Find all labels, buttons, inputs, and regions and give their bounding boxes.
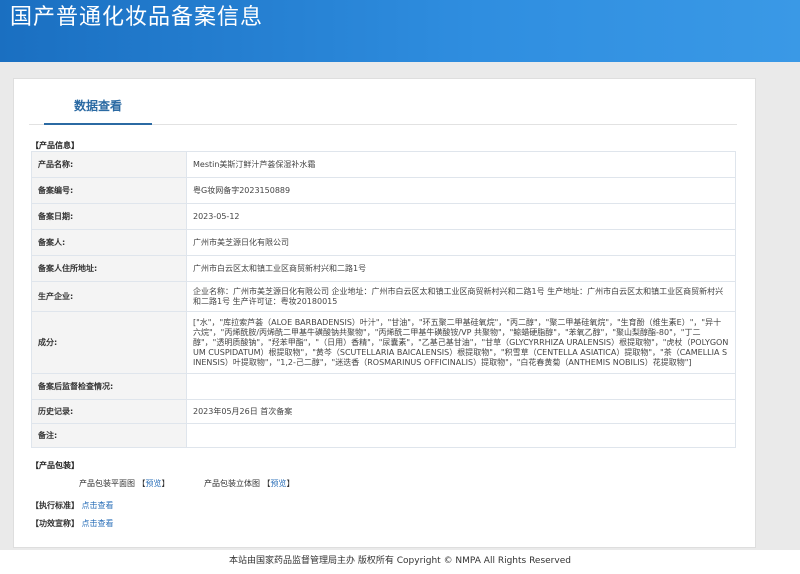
row-key: 生产企业: bbox=[31, 281, 187, 312]
page-header: 国产普通化妆品备案信息 bbox=[0, 0, 800, 62]
table-row: 备案后监督检查情况: bbox=[31, 373, 736, 400]
product-info-table: 产品名称: Mestin美斯汀鲜汁芦荟保湿补水霜 备案编号: 粤G妆网备字202… bbox=[31, 151, 736, 448]
manufacturer-value: 企业名称：广州市美芝源日化有限公司 企业地址：广州市白云区太和镇工业区商贸新村兴… bbox=[186, 281, 736, 312]
tab-data-view[interactable]: 数据查看 bbox=[44, 97, 152, 125]
table-row: 成分: ["水"，"库拉索芦荟（ALOE BARBADENSIS）叶汁"，"甘油… bbox=[31, 311, 736, 374]
standard-item: 【执行标准】 点击查看 bbox=[31, 500, 114, 511]
registrant-address-value: 广州市白云区太和镇工业区商贸新村兴和二路1号 bbox=[186, 255, 736, 282]
record-number-value: 粤G妆网备字2023150889 bbox=[186, 177, 736, 204]
row-key: 备案人住所地址: bbox=[31, 255, 187, 282]
package-stereo-item: 产品包装立体图 【预览】 bbox=[204, 478, 295, 489]
flat-preview-link[interactable]: 预览 bbox=[146, 479, 162, 488]
package-flat-item: 产品包装平面图 【预览】 bbox=[79, 478, 170, 489]
row-key: 历史记录: bbox=[31, 399, 187, 424]
table-row: 备案编号: 粤G妆网备字2023150889 bbox=[31, 177, 736, 204]
row-key: 成分: bbox=[31, 311, 187, 374]
package-flat-label: 产品包装平面图 bbox=[79, 479, 135, 488]
table-row: 备案人: 广州市美芝源日化有限公司 bbox=[31, 229, 736, 256]
registrant-value: 广州市美芝源日化有限公司 bbox=[186, 229, 736, 256]
table-row: 生产企业: 企业名称：广州市美芝源日化有限公司 企业地址：广州市白云区太和镇工业… bbox=[31, 281, 736, 312]
ingredients-value: ["水"，"库拉索芦荟（ALOE BARBADENSIS）叶汁"，"甘油"，"环… bbox=[186, 311, 736, 374]
content-panel: 数据查看 【产品信息】 产品名称: Mestin美斯汀鲜汁芦荟保湿补水霜 备案编… bbox=[13, 78, 756, 548]
bracket-open: 【 bbox=[137, 479, 146, 488]
remarks-value bbox=[186, 423, 736, 448]
product-info-heading: 【产品信息】 bbox=[31, 141, 79, 150]
history-value: 2023年05月26日 首次备案 bbox=[186, 399, 736, 424]
stereo-preview-link[interactable]: 预览 bbox=[271, 479, 287, 488]
standard-view-link[interactable]: 点击查看 bbox=[82, 501, 114, 510]
efficacy-view-link[interactable]: 点击查看 bbox=[82, 519, 114, 528]
standard-heading: 【执行标准】 bbox=[31, 501, 79, 510]
page-footer: 本站由国家药品监督管理局主办 版权所有 Copyright © NMPA All… bbox=[0, 550, 800, 574]
efficacy-item: 【功效宣称】 点击查看 bbox=[31, 518, 114, 529]
tab-bar: 数据查看 bbox=[29, 79, 737, 125]
row-key: 备注: bbox=[31, 423, 187, 448]
product-name-value: Mestin美斯汀鲜汁芦荟保湿补水霜 bbox=[186, 151, 736, 178]
package-heading: 【产品包装】 bbox=[31, 461, 79, 470]
inspection-value bbox=[186, 373, 736, 400]
package-stereo-label: 产品包装立体图 bbox=[204, 479, 260, 488]
page-title: 国产普通化妆品备案信息 bbox=[10, 5, 264, 30]
bracket-open: 【 bbox=[262, 479, 271, 488]
bracket-close: 】 bbox=[161, 479, 170, 488]
table-row: 备案日期: 2023-05-12 bbox=[31, 203, 736, 230]
table-row: 备案人住所地址: 广州市白云区太和镇工业区商贸新村兴和二路1号 bbox=[31, 255, 736, 282]
efficacy-heading: 【功效宣称】 bbox=[31, 519, 79, 528]
record-date-value: 2023-05-12 bbox=[186, 203, 736, 230]
row-key: 备案编号: bbox=[31, 177, 187, 204]
row-key: 备案后监督检查情况: bbox=[31, 373, 187, 400]
row-key: 备案人: bbox=[31, 229, 187, 256]
row-key: 产品名称: bbox=[31, 151, 187, 178]
table-row: 产品名称: Mestin美斯汀鲜汁芦荟保湿补水霜 bbox=[31, 151, 736, 178]
table-row: 历史记录: 2023年05月26日 首次备案 bbox=[31, 399, 736, 424]
row-key: 备案日期: bbox=[31, 203, 187, 230]
table-row: 备注: bbox=[31, 423, 736, 448]
bracket-close: 】 bbox=[286, 479, 295, 488]
